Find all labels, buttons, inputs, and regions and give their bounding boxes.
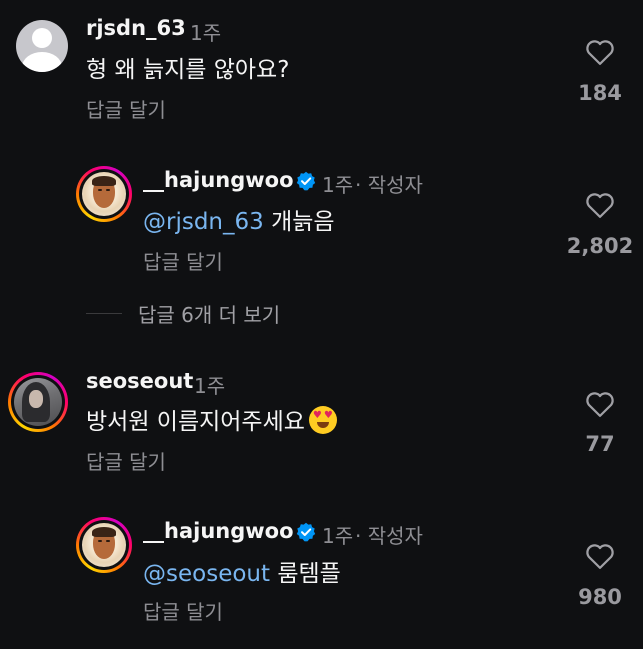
like-count: 980 xyxy=(578,585,622,609)
comment-username[interactable]: __hajungwoo xyxy=(143,519,294,543)
author-label: · 작성자 xyxy=(355,173,423,197)
comment-username[interactable]: seoseout xyxy=(86,369,193,393)
heart-icon[interactable] xyxy=(585,191,615,219)
like-count: 184 xyxy=(578,81,622,105)
mention-link[interactable]: @seoseout xyxy=(143,561,270,587)
reply-button[interactable]: 답글 달기 xyxy=(86,446,166,475)
comment-time: 1주 xyxy=(322,524,354,548)
comment-time: 1주 xyxy=(322,173,354,197)
reply-button[interactable]: 답글 달기 xyxy=(143,596,223,625)
comment-time: 1주 xyxy=(190,21,222,45)
like-count: 2,802 xyxy=(566,234,634,258)
view-more-replies-button[interactable]: 답글 6개 더 보기 xyxy=(86,298,280,328)
avatar[interactable] xyxy=(76,166,132,222)
avatar[interactable] xyxy=(16,20,68,72)
heart-icon[interactable] xyxy=(585,390,615,418)
reply-button[interactable]: 답글 달기 xyxy=(143,246,223,275)
verified-badge-icon xyxy=(296,171,316,191)
comments-list: rjsdn_63 1주 형 왜 늙지를 않아요? 답글 달기 184 __haj… xyxy=(0,0,643,649)
comment-text: @rjsdn_63 개늙음 xyxy=(143,202,335,236)
comment-time: 1주 xyxy=(194,374,226,398)
heart-eyes-emoji-icon: ♥ ♥ xyxy=(308,406,337,434)
comment-text: 방서원 이름지어주세요 ♥ ♥ xyxy=(86,402,337,436)
comment-username[interactable]: __hajungwoo xyxy=(143,168,294,192)
mention-link[interactable]: @rjsdn_63 xyxy=(143,209,264,235)
reply-button[interactable]: 답글 달기 xyxy=(86,94,166,123)
comment-body: 개늙음 xyxy=(271,209,335,235)
heart-icon[interactable] xyxy=(585,38,615,66)
comment-text: @seoseout 룸템플 xyxy=(143,554,341,588)
heart-icon[interactable] xyxy=(585,542,615,570)
divider-line xyxy=(86,312,122,314)
avatar[interactable] xyxy=(76,517,132,573)
comment-username[interactable]: rjsdn_63 xyxy=(86,16,186,40)
view-more-replies-label: 답글 6개 더 보기 xyxy=(138,302,281,327)
comment-text: 형 왜 늙지를 않아요? xyxy=(86,57,290,83)
author-label: · 작성자 xyxy=(355,524,423,548)
avatar[interactable] xyxy=(8,372,68,432)
comment-body: 방서원 이름지어주세요 xyxy=(86,409,305,435)
verified-badge-icon xyxy=(296,522,316,542)
like-count: 77 xyxy=(585,432,615,456)
comment-body: 룸템플 xyxy=(277,561,341,587)
